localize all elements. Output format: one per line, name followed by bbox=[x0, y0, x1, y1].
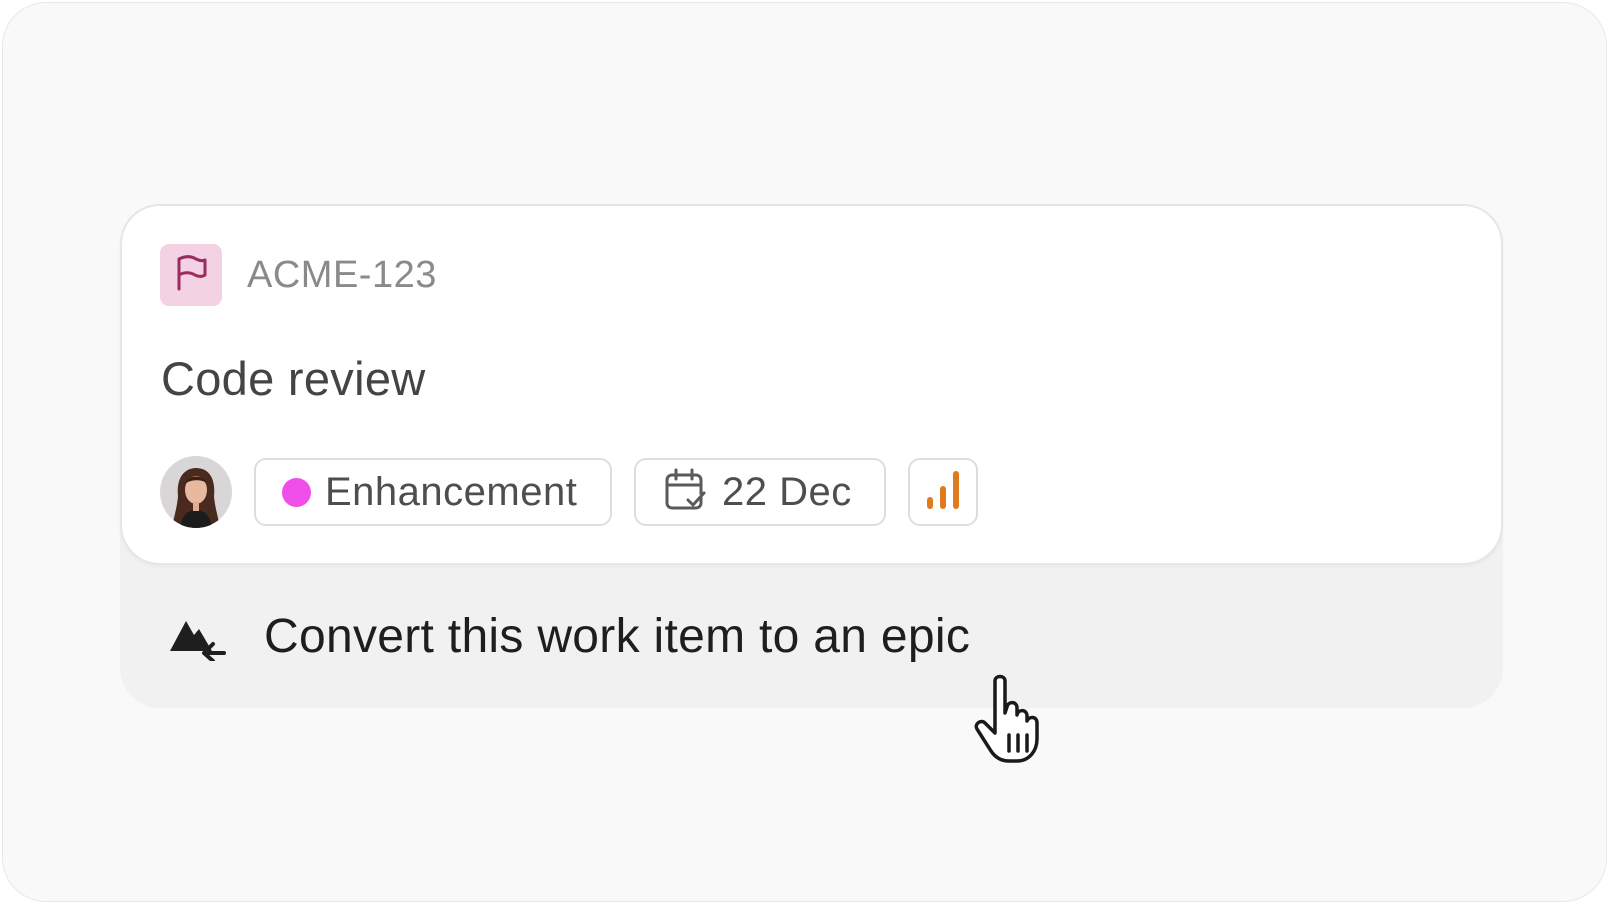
convert-to-epic-button[interactable]: Convert this work item to an epic bbox=[120, 565, 1503, 708]
hand-pointer-icon bbox=[973, 673, 1055, 765]
label-color-dot bbox=[282, 477, 311, 507]
work-item-card-container: ACME-123 Code review Enhancement 22 Dec … bbox=[120, 204, 1503, 708]
issue-title[interactable]: Code review bbox=[161, 351, 426, 407]
calendar-check-icon bbox=[664, 468, 722, 517]
due-date-chip[interactable]: 22 Dec bbox=[634, 458, 886, 526]
issue-type-badge bbox=[160, 244, 222, 306]
due-date-text: 22 Dec bbox=[722, 470, 852, 514]
priority-chip[interactable] bbox=[908, 458, 978, 526]
avatar[interactable] bbox=[160, 456, 232, 528]
signal-bars-icon bbox=[925, 469, 961, 516]
canvas-frame: ACME-123 Code review Enhancement 22 Dec … bbox=[2, 2, 1607, 902]
label-chip[interactable]: Enhancement bbox=[254, 458, 612, 526]
flag-icon bbox=[174, 254, 208, 296]
label-text: Enhancement bbox=[325, 470, 578, 514]
convert-to-epic-label: Convert this work item to an epic bbox=[264, 610, 971, 663]
issue-meta-row: Enhancement 22 Dec bbox=[160, 456, 978, 528]
work-item-card[interactable]: ACME-123 Code review Enhancement 22 Dec bbox=[120, 204, 1503, 565]
mountain-convert-icon bbox=[168, 615, 226, 666]
issue-key[interactable]: ACME-123 bbox=[247, 252, 437, 298]
